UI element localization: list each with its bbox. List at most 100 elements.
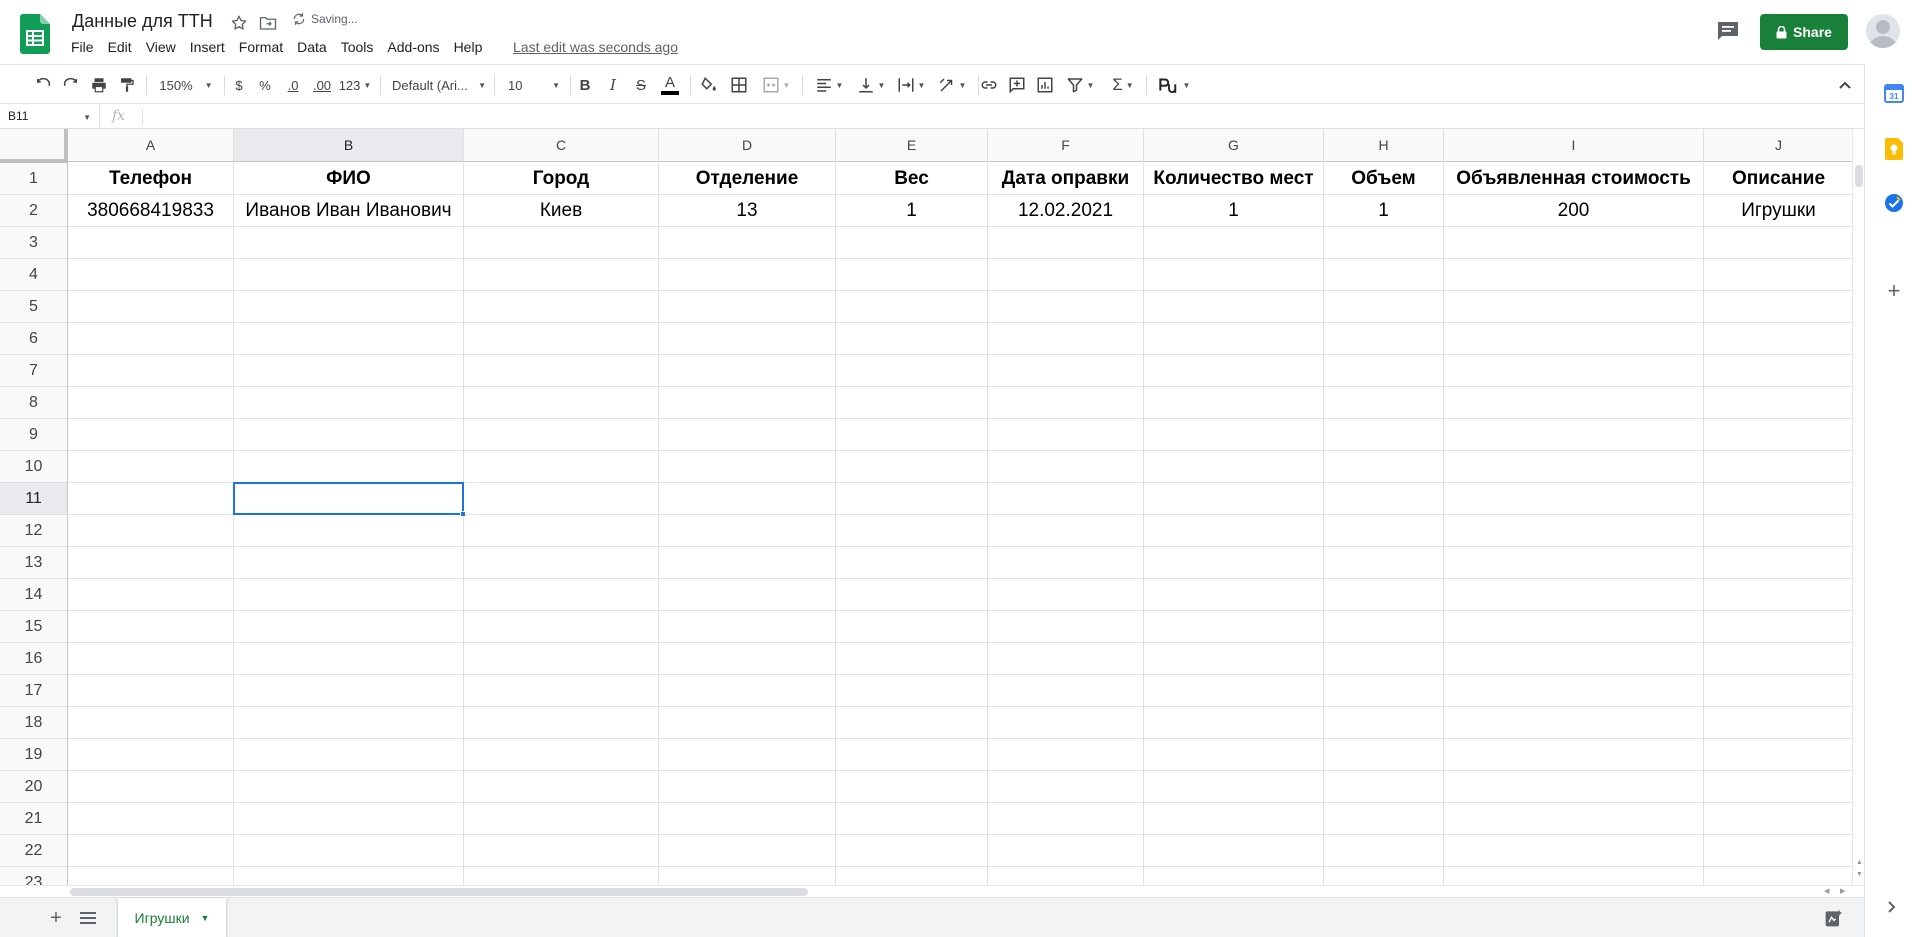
cell-e19[interactable] — [836, 739, 988, 771]
cell-g4[interactable] — [1144, 259, 1324, 291]
cell-j4[interactable] — [1704, 259, 1852, 291]
all-sheets-icon[interactable] — [76, 906, 100, 930]
bold-icon[interactable]: B — [574, 73, 596, 97]
document-title[interactable]: Данные для ТТН — [72, 11, 213, 32]
cell-a2[interactable]: 380668419833 — [68, 195, 234, 227]
cell-f7[interactable] — [988, 355, 1144, 387]
cell-g12[interactable] — [1144, 515, 1324, 547]
cell-c7[interactable] — [464, 355, 659, 387]
cell-c23[interactable] — [464, 867, 659, 885]
cell-i2[interactable]: 200 — [1444, 195, 1704, 227]
cell-c1[interactable]: Город — [464, 163, 659, 195]
cell-d22[interactable] — [659, 835, 836, 867]
cell-g23[interactable] — [1144, 867, 1324, 885]
italic-icon[interactable]: I — [602, 73, 624, 97]
cell-a22[interactable] — [68, 835, 234, 867]
cell-b22[interactable] — [234, 835, 464, 867]
cell-h12[interactable] — [1324, 515, 1444, 547]
cell-i4[interactable] — [1444, 259, 1704, 291]
spreadsheet-grid[interactable]: A B C D E F G H I J 1 Телефон ФИО Город Отделение Вес Да… — [0, 129, 1852, 885]
share-button[interactable]: Share — [1760, 14, 1848, 50]
cell-a15[interactable] — [68, 611, 234, 643]
column-header-a[interactable]: A — [68, 129, 234, 162]
star-icon[interactable] — [228, 12, 250, 34]
cell-j9[interactable] — [1704, 419, 1852, 451]
increase-decimal-button[interactable]: .00 — [310, 73, 334, 97]
cell-f4[interactable] — [988, 259, 1144, 291]
cell-j17[interactable] — [1704, 675, 1852, 707]
collapse-toolbar-icon[interactable] — [1834, 73, 1856, 97]
cell-g3[interactable] — [1144, 227, 1324, 259]
scroll-left-icon[interactable]: ◀ — [1824, 887, 1829, 895]
menu-tools[interactable]: Tools — [334, 38, 381, 56]
cell-c5[interactable] — [464, 291, 659, 323]
cell-c18[interactable] — [464, 707, 659, 739]
cell-c12[interactable] — [464, 515, 659, 547]
row-header-17[interactable]: 17 — [0, 675, 68, 707]
cell-b2[interactable]: Иванов Иван Иванович — [234, 195, 464, 227]
cell-j20[interactable] — [1704, 771, 1852, 803]
cell-b16[interactable] — [234, 643, 464, 675]
row-header-9[interactable]: 9 — [0, 419, 68, 451]
cell-f18[interactable] — [988, 707, 1144, 739]
functions-icon[interactable]: Σ ▼ — [1106, 73, 1140, 97]
cell-a5[interactable] — [68, 291, 234, 323]
cell-e23[interactable] — [836, 867, 988, 885]
cell-c9[interactable] — [464, 419, 659, 451]
cell-c16[interactable] — [464, 643, 659, 675]
menu-insert[interactable]: Insert — [183, 38, 232, 56]
cell-j16[interactable] — [1704, 643, 1852, 675]
cell-f21[interactable] — [988, 803, 1144, 835]
cell-e20[interactable] — [836, 771, 988, 803]
undo-icon[interactable] — [32, 73, 54, 97]
merge-cells-icon[interactable]: ▼ — [758, 73, 794, 97]
cell-e13[interactable] — [836, 547, 988, 579]
cell-e7[interactable] — [836, 355, 988, 387]
cell-g7[interactable] — [1144, 355, 1324, 387]
insert-chart-icon[interactable] — [1034, 73, 1056, 97]
vertical-align-icon[interactable]: ▼ — [854, 73, 888, 97]
column-header-c[interactable]: C — [464, 129, 659, 162]
cell-i16[interactable] — [1444, 643, 1704, 675]
cell-i3[interactable] — [1444, 227, 1704, 259]
cell-j6[interactable] — [1704, 323, 1852, 355]
cell-e8[interactable] — [836, 387, 988, 419]
cell-d15[interactable] — [659, 611, 836, 643]
cell-i18[interactable] — [1444, 707, 1704, 739]
cell-d9[interactable] — [659, 419, 836, 451]
cell-h15[interactable] — [1324, 611, 1444, 643]
cell-h8[interactable] — [1324, 387, 1444, 419]
zoom-select[interactable]: 150% ▼ — [156, 73, 216, 97]
cell-b12[interactable] — [234, 515, 464, 547]
move-folder-icon[interactable] — [257, 12, 279, 34]
text-color-icon[interactable]: A — [658, 73, 682, 97]
cell-i22[interactable] — [1444, 835, 1704, 867]
cell-j23[interactable] — [1704, 867, 1852, 885]
column-header-b[interactable]: B — [234, 129, 464, 162]
cell-c3[interactable] — [464, 227, 659, 259]
cell-f8[interactable] — [988, 387, 1144, 419]
cell-f10[interactable] — [988, 451, 1144, 483]
cell-d3[interactable] — [659, 227, 836, 259]
cell-d18[interactable] — [659, 707, 836, 739]
menu-file[interactable]: File — [64, 38, 101, 56]
cell-e5[interactable] — [836, 291, 988, 323]
currency-format-button[interactable]: $ — [230, 73, 248, 97]
cell-f14[interactable] — [988, 579, 1144, 611]
cell-c21[interactable] — [464, 803, 659, 835]
cell-g8[interactable] — [1144, 387, 1324, 419]
select-all-corner[interactable] — [0, 129, 68, 163]
cell-i12[interactable] — [1444, 515, 1704, 547]
insert-comment-icon[interactable] — [1006, 73, 1028, 97]
scroll-down-icon[interactable]: ▼ — [1856, 871, 1863, 878]
cell-f16[interactable] — [988, 643, 1144, 675]
cell-j3[interactable] — [1704, 227, 1852, 259]
get-addons-icon[interactable]: + — [1883, 278, 1905, 303]
cell-d1[interactable]: Отделение — [659, 163, 836, 195]
cell-h11[interactable] — [1324, 483, 1444, 515]
cell-g6[interactable] — [1144, 323, 1324, 355]
cell-a23[interactable] — [68, 867, 234, 885]
tasks-icon[interactable] — [1883, 192, 1905, 214]
cell-i20[interactable] — [1444, 771, 1704, 803]
cell-b9[interactable] — [234, 419, 464, 451]
